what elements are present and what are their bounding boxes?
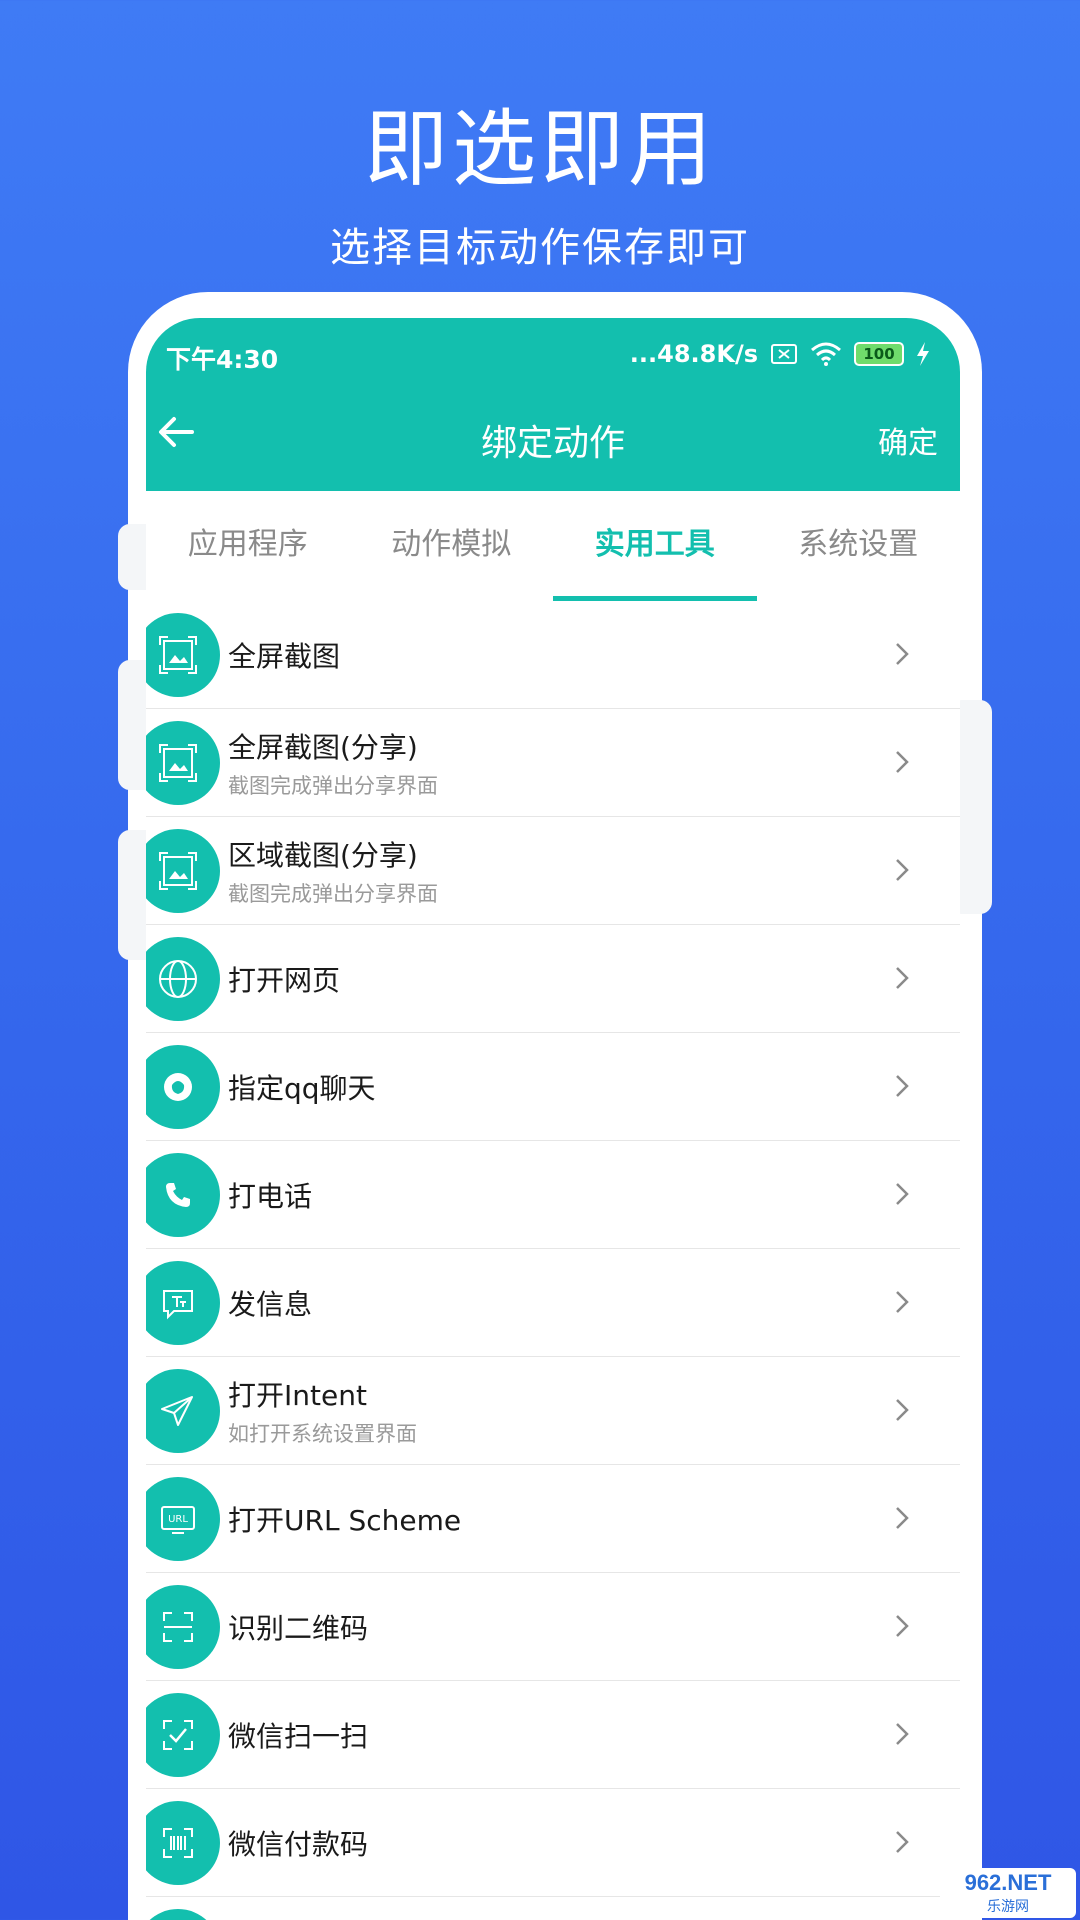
item-subtitle: 截图完成弹出分享界面 [228,774,438,798]
list-item-phone-call[interactable]: 打电话 [146,1141,960,1249]
list-item-open-webpage[interactable]: 打开网页 [146,925,960,1033]
screenshot-icon [146,721,220,805]
charging-icon [917,342,929,366]
chevron-right-icon [896,1615,909,1637]
barcode-icon [146,1801,220,1885]
item-title: 微信付款码 [228,1828,369,1861]
status-indicators: ...48.8K/s 100 [630,340,930,368]
status-time: 下午4:30 [166,345,279,374]
item-title: 发信息 [228,1288,313,1321]
item-title: 区域截图(分享) [228,839,418,872]
item-title: 识别二维码 [228,1612,369,1645]
send-icon [146,1369,220,1453]
tab-system-settings[interactable]: 系统设置 [757,491,961,601]
chevron-right-icon [896,1183,909,1205]
item-title: 打电话 [228,1180,313,1213]
chevron-right-icon [896,967,909,989]
status-bar: 下午4:30 ...48.8K/s 100 [146,340,960,376]
url-icon: URL [146,1477,220,1561]
chevron-right-icon [896,1831,909,1853]
wifi-icon [811,342,841,366]
list-item-recognize-qr[interactable]: 识别二维码 [146,1573,960,1681]
chevron-right-icon [896,643,909,665]
item-title: 指定qq聊天 [228,1072,376,1105]
phone-icon [146,1153,220,1237]
list-item-fullscreen-screenshot[interactable]: 全屏截图 [146,601,960,709]
list-item-open-intent[interactable]: 打开Intent 如打开系统设置界面 [146,1357,960,1465]
item-title: 打开URL Scheme [228,1504,462,1537]
svg-text:URL: URL [168,1514,188,1525]
list-item-open-url-scheme[interactable]: URL 打开URL Scheme [146,1465,960,1573]
promo-subtitle: 选择目标动作保存即可 [330,225,750,271]
watermark-top: 962.NET [964,1870,1052,1895]
list-item-wechat-scan[interactable]: 微信扫一扫 [146,1681,960,1789]
list-item-fullscreen-screenshot-share[interactable]: 全屏截图(分享) 截图完成弹出分享界面 [146,709,960,817]
app-bar: 下午4:30 ...48.8K/s 100 绑定动作 确定 [146,318,960,491]
list-item-partial [146,1897,960,1920]
tab-bar: 应用程序 动作模拟 实用工具 系统设置 [146,491,960,601]
chevron-right-icon [896,1507,909,1529]
item-title: 全屏截图 [228,640,341,673]
action-list: 全屏截图 全屏截图(分享) 截图完成弹出分享界面 区域截图(分享) 截图完成弹出… [146,601,960,1920]
message-icon [146,1261,220,1345]
confirm-button[interactable]: 确定 [878,418,938,462]
partial-icon [146,1909,220,1920]
item-subtitle: 截图完成弹出分享界面 [228,882,438,906]
item-title: 打开Intent [228,1379,367,1412]
list-item-area-screenshot-share[interactable]: 区域截图(分享) 截图完成弹出分享界面 [146,817,960,925]
globe-icon [146,937,220,1021]
toolbar: 绑定动作 确定 [146,408,960,468]
scan-icon [146,1585,220,1669]
chevron-right-icon [896,1291,909,1313]
screenshot-icon [146,829,220,913]
battery-icon: 100 [854,342,904,366]
list-item-wechat-pay-code[interactable]: 微信付款码 [146,1789,960,1897]
chevron-right-icon [896,1399,909,1421]
item-title: 打开网页 [228,964,341,997]
list-item-qq-chat[interactable]: 指定qq聊天 [146,1033,960,1141]
screenshot-icon [146,613,220,697]
site-watermark-logo: 962.NET 乐游网 [940,1868,1076,1918]
app-screen: 下午4:30 ...48.8K/s 100 绑定动作 确定 应用程序 动作模拟 … [146,318,960,1920]
list-item-send-message[interactable]: 发信息 [146,1249,960,1357]
tab-action-simulation[interactable]: 动作模拟 [350,491,554,601]
tab-apps[interactable]: 应用程序 [146,491,350,601]
chevron-right-icon [896,751,909,773]
promo-title: 即选即用 [363,100,716,198]
chevron-right-icon [896,859,909,881]
watermark-bottom: 乐游网 [987,1899,1029,1915]
sim-icon [771,344,797,364]
page-title: 绑定动作 [480,423,625,464]
tab-utilities[interactable]: 实用工具 [553,491,757,601]
network-speed: ...48.8K/s [629,340,758,368]
qq-icon [146,1045,220,1129]
item-subtitle: 如打开系统设置界面 [228,1422,417,1446]
item-title: 微信扫一扫 [228,1720,369,1753]
chevron-right-icon [896,1723,909,1745]
wechat-scan-icon [146,1693,220,1777]
chevron-right-icon [896,1075,909,1097]
item-title: 全屏截图(分享) [228,731,418,764]
